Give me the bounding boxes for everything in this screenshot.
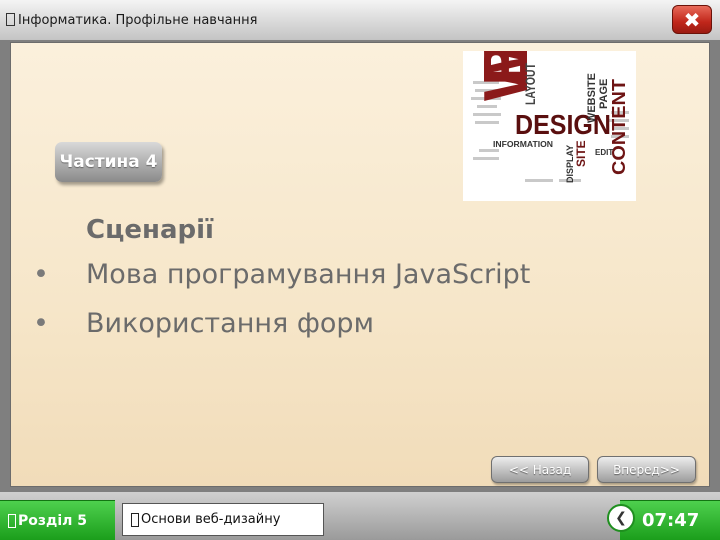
word-content: CONTENT (609, 79, 629, 175)
word-page: PAGE (598, 79, 610, 109)
window-title: Інформатика. Профільне навчання (6, 13, 257, 28)
book-icon (131, 512, 139, 527)
time-display: 07:47 (642, 510, 700, 531)
close-icon: ✖ (683, 7, 701, 32)
topic-button[interactable]: Основи веб-дизайну (122, 503, 324, 536)
part-4-button[interactable]: Частина 4 (55, 142, 162, 182)
word-site: SITE (574, 140, 588, 167)
word-website: WEBSITE (586, 73, 598, 123)
book-icon (6, 13, 15, 26)
topic-label: Основи веб-дизайну (141, 512, 281, 527)
word-edit: EDIT (595, 148, 613, 157)
book-icon (8, 513, 16, 528)
back-button[interactable]: << Назад (491, 456, 589, 483)
section-label: Розділ 5 (18, 512, 87, 529)
word-cloud-svg: WEB DESIGN CONTENT LAYOUT WEBSITE PAGE I… (463, 41, 636, 201)
close-button[interactable]: ✖ (672, 5, 712, 34)
word-layout: LAYOUT (522, 63, 538, 105)
topic-list: Мова програмування JavaScript Використан… (33, 259, 530, 357)
word-information: INFORMATION (493, 140, 553, 149)
next-button[interactable]: Вперед>> (597, 456, 696, 483)
section-button[interactable]: Розділ 5 (0, 500, 115, 540)
list-item: Мова програмування JavaScript (33, 259, 530, 308)
list-item: Використання форм (33, 308, 530, 357)
part-4-label: Частина 4 (59, 152, 158, 172)
web-design-word-cloud-image: WEB DESIGN CONTENT LAYOUT WEBSITE PAGE I… (463, 41, 636, 201)
clock-rewind-icon[interactable]: ❮ (607, 504, 635, 532)
title-bar: Інформатика. Профільне навчання ✖ (0, 0, 720, 41)
slide-content: WEB DESIGN CONTENT LAYOUT WEBSITE PAGE I… (10, 41, 710, 487)
window-title-text: Інформатика. Профільне навчання (18, 13, 258, 28)
slide-heading: Сценарії (86, 215, 214, 245)
